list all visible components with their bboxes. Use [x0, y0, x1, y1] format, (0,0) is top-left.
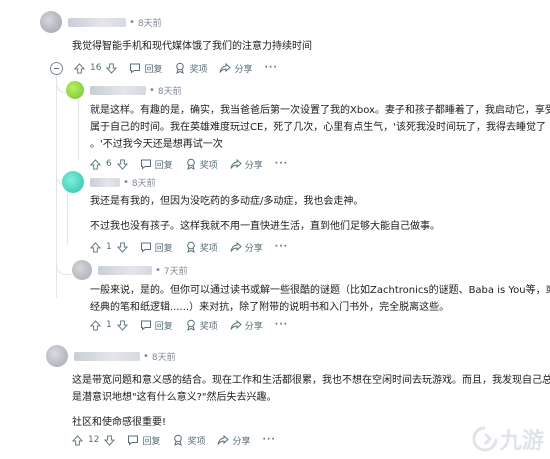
vote-count: 16 [90, 63, 102, 73]
award-icon[interactable] [174, 62, 186, 74]
timestamp: 8天前 [157, 86, 182, 97]
downvote-icon[interactable] [116, 241, 128, 253]
award-button[interactable]: 奖项 [200, 319, 218, 332]
downvote-icon[interactable] [116, 319, 128, 331]
comment-line: 一般来说，是的。但你可以通过读书或解一些很酷的谜题（比如Zachtronics的… [90, 285, 550, 296]
comment-actions: 12 回复 奖项 分享 ··· [72, 433, 276, 447]
comment-header: • 8天前 [62, 171, 156, 193]
vote-count: 1 [106, 320, 112, 330]
more-icon[interactable]: ··· [275, 159, 288, 169]
reply-icon[interactable] [127, 434, 139, 446]
collapse-icon[interactable] [50, 62, 63, 75]
award-button[interactable]: 奖项 [187, 434, 205, 447]
reply-icon[interactable] [129, 62, 141, 74]
reply-icon[interactable] [140, 319, 152, 331]
share-button[interactable]: 分享 [234, 62, 252, 75]
share-icon[interactable] [230, 319, 242, 331]
reply-button[interactable]: 回复 [142, 434, 160, 447]
comment-body: 一般来说，是的。但你可以通过读书或解一些很酷的谜题（比如Zachtronics的… [90, 282, 550, 316]
watermark-logo: 九游 [472, 423, 544, 455]
comment-line: 不过我也没有孩子。这样我就不用一直快进生活，直到他们足够大能自己做事。 [90, 221, 440, 232]
username[interactable] [74, 351, 140, 361]
upvote-icon[interactable] [90, 241, 101, 253]
share-button[interactable]: 分享 [245, 158, 263, 171]
avatar[interactable] [40, 11, 62, 33]
thread-line [78, 100, 79, 160]
comment-line: 。'不过我今天还是想再试一次 [90, 139, 223, 150]
reply-button[interactable]: 回复 [155, 158, 173, 171]
username[interactable] [90, 85, 146, 95]
comment-body: 我觉得智能手机和现代媒体饿了我们的注意力持续时间 [72, 38, 312, 55]
timestamp: 8天前 [137, 18, 162, 29]
username[interactable] [98, 265, 152, 275]
more-icon[interactable]: ··· [265, 63, 278, 73]
comment-actions: 6 回复 奖项 分享 ··· [90, 157, 288, 171]
downvote-icon[interactable] [104, 434, 116, 446]
more-icon[interactable]: ··· [275, 242, 288, 252]
comment-header: • 7天前 [72, 260, 188, 280]
comment-header: • 8天前 [66, 81, 182, 99]
vote-count: 12 [88, 435, 100, 445]
comment-header: • 8天前 [40, 11, 162, 33]
comment-line: 我还是有我的，但因为没吃药的多动症/多动症，我也会走神。 [90, 196, 364, 207]
comment-line: 就是这样。有趣的是，确实，我当爸爸后第一次设置了我的Xbox。妻子和孩子都睡着了… [90, 105, 550, 116]
share-icon[interactable] [230, 241, 242, 253]
avatar[interactable] [72, 260, 92, 280]
timestamp: 8天前 [151, 352, 176, 363]
share-icon[interactable] [217, 434, 230, 446]
username[interactable] [90, 177, 120, 187]
award-icon[interactable] [185, 319, 197, 331]
comment-header: • 8天前 [46, 345, 176, 367]
downvote-icon[interactable] [116, 158, 128, 170]
comment-line: 经典的笔和纸逻辑......）来对抗，除了附带的说明书和入门书外，完全脱离这些。 [90, 302, 450, 313]
username[interactable] [68, 17, 126, 27]
comment-body: 我还是有我的，但因为没吃药的多动症/多动症，我也会走神。 不过我也没有孩子。这样… [90, 193, 440, 235]
timestamp: 7天前 [163, 266, 188, 277]
watermark-icon [472, 426, 498, 452]
reply-icon[interactable] [140, 158, 152, 170]
reply-button[interactable]: 回复 [144, 62, 162, 75]
award-icon[interactable] [185, 241, 197, 253]
upvote-icon[interactable] [72, 434, 83, 446]
upvote-icon[interactable] [90, 158, 101, 170]
reply-button[interactable]: 回复 [155, 319, 173, 332]
avatar[interactable] [66, 81, 84, 99]
share-button[interactable]: 分享 [245, 319, 263, 332]
award-icon[interactable] [172, 434, 184, 446]
watermark-text: 九游 [499, 429, 544, 454]
award-button[interactable]: 奖项 [189, 62, 207, 75]
comment-actions: 16 回复 奖项 分享 ··· [74, 61, 278, 75]
more-icon[interactable]: ··· [263, 435, 276, 445]
comment-actions: 1 回复 奖项 分享 ··· [90, 240, 288, 254]
award-button[interactable]: 奖项 [200, 241, 218, 254]
thread-connector [56, 250, 71, 275]
vote-count: 1 [106, 242, 112, 252]
share-icon[interactable] [230, 158, 242, 170]
award-button[interactable]: 奖项 [200, 158, 218, 171]
more-icon[interactable]: ··· [275, 320, 288, 330]
comment-line: 这是带宽问题和意义感的结合。现在工作和生活都很累，我也不想在空闲时间去玩游戏。而… [72, 375, 550, 386]
upvote-icon[interactable] [90, 319, 101, 331]
reply-button[interactable]: 回复 [155, 241, 173, 254]
comment-line [90, 210, 440, 218]
avatar[interactable] [62, 171, 84, 193]
comment-line: 是潜意识地想"这有什么意义?"然后失去兴趣。 [72, 392, 277, 403]
share-button[interactable]: 分享 [245, 241, 263, 254]
avatar[interactable] [46, 345, 68, 367]
comment-line [72, 406, 550, 414]
share-icon[interactable] [219, 62, 232, 74]
thread-line [67, 190, 68, 245]
share-button[interactable]: 分享 [232, 434, 250, 447]
vote-count: 6 [106, 159, 112, 169]
downvote-icon[interactable] [106, 62, 118, 74]
upvote-icon[interactable] [74, 62, 85, 74]
comment-body: 就是这样。有趣的是，确实，我当爸爸后第一次设置了我的Xbox。妻子和孩子都睡着了… [90, 102, 550, 153]
comment-line: 属于自己的时间。我在英雄难度玩过CE，死了几次，心里有点生气，'该死我没时间玩了… [90, 122, 547, 133]
timestamp: 8天前 [131, 178, 156, 189]
comment-actions: 1 回复 奖项 分享 ··· [90, 318, 288, 332]
reply-icon[interactable] [140, 241, 152, 253]
comment-line: 我觉得智能手机和现代媒体饿了我们的注意力持续时间 [72, 41, 312, 52]
award-icon[interactable] [185, 158, 197, 170]
